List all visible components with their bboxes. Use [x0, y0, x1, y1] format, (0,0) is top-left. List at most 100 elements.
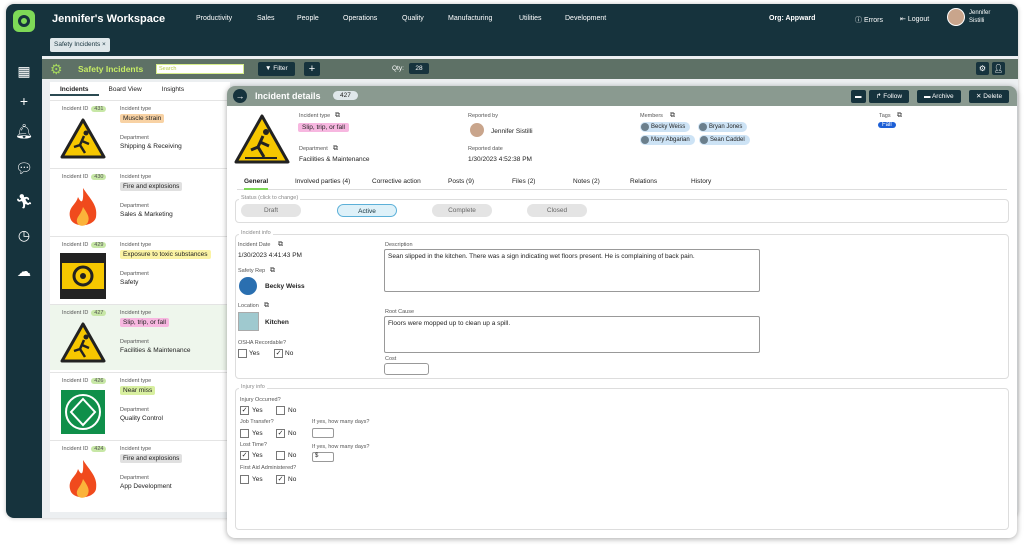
filter-button[interactable]: ▼ Filter: [258, 62, 295, 76]
settings-button[interactable]: ⚙: [976, 62, 989, 75]
incident-id-value: 431: [91, 106, 107, 112]
add-icon[interactable]: +: [15, 92, 33, 110]
edit-members-icon[interactable]: ⧉: [670, 112, 675, 120]
injury-no-checkbox[interactable]: [276, 406, 285, 415]
department-value: Facilities & Maintenance: [120, 347, 191, 354]
add-incident-button[interactable]: +: [304, 62, 320, 76]
follow-button[interactable]: ↱ Follow: [869, 90, 910, 103]
tab-board-view[interactable]: Board View: [99, 82, 152, 96]
cloud-upload-icon[interactable]: ☁: [15, 262, 33, 280]
tab-involved-parties[interactable]: Involved parties (4): [295, 178, 350, 185]
reported-date-value: 1/30/2023 4:52:38 PM: [468, 156, 532, 163]
incident-safety-image: [60, 389, 106, 435]
incident-list-item[interactable]: Incident ID 429 Incident type Exposure to t…: [50, 236, 230, 302]
tab-relations[interactable]: Relations: [630, 178, 657, 185]
menu-utilities[interactable]: Utilities: [519, 15, 542, 22]
user-menu[interactable]: Jennifer Sistilli: [947, 8, 990, 26]
status-closed[interactable]: Closed: [527, 204, 587, 217]
incident-list-item[interactable]: Incident ID 431 Incident type Muscle strain…: [50, 100, 230, 166]
member-chip[interactable]: Bryan Jones: [698, 122, 748, 132]
incident-id-label: Incident ID 424: [62, 446, 107, 452]
edit-rep-icon[interactable]: ⧉: [270, 267, 275, 275]
app-logo[interactable]: [13, 10, 35, 32]
lost-yes-label: Yes: [252, 452, 263, 459]
edit-tags-icon[interactable]: ⧉: [897, 112, 902, 120]
edit-location-icon[interactable]: ⧉: [264, 302, 269, 310]
back-arrow-icon[interactable]: →: [233, 89, 247, 103]
lost-yes-checkbox[interactable]: ✓: [240, 451, 249, 460]
incident-slip-image: [60, 117, 106, 163]
details-title: Incident details: [255, 91, 321, 101]
tab-incidents[interactable]: Incidents: [50, 82, 99, 96]
member-chip[interactable]: Sean Caddel: [699, 135, 750, 145]
root-cause-textarea[interactable]: Floors were mopped up to clean up a spil…: [384, 316, 760, 353]
menu-people[interactable]: People: [297, 15, 319, 22]
firstaid-yes-checkbox[interactable]: [240, 475, 249, 484]
tab-posts[interactable]: Posts (9): [448, 178, 474, 185]
cost-input[interactable]: [384, 363, 429, 375]
archive-icon: ▬: [924, 93, 931, 100]
firstaid-no-checkbox[interactable]: ✓: [276, 475, 285, 484]
delete-button[interactable]: ✕ Delete: [969, 90, 1010, 103]
edit-department-icon[interactable]: ⧉: [333, 145, 338, 153]
search-input[interactable]: Search: [156, 64, 244, 74]
runner-icon[interactable]: 🏃︎: [15, 192, 33, 210]
tab-general[interactable]: General: [244, 178, 269, 190]
edit-date-icon[interactable]: ⧉: [278, 241, 283, 249]
transfer-no-checkbox[interactable]: ✓: [276, 429, 285, 438]
menu-sales[interactable]: Sales: [257, 15, 275, 22]
incident-fire-image: [60, 457, 106, 503]
osha-yes-checkbox[interactable]: [238, 349, 247, 358]
incident-info-label: Incident info: [239, 230, 273, 236]
transfer-days-input[interactable]: [312, 428, 334, 438]
tab-corrective-action[interactable]: Corrective action: [372, 178, 421, 185]
tab-files[interactable]: Files (2): [512, 178, 535, 185]
lost-no-checkbox[interactable]: [276, 451, 285, 460]
menu-operations[interactable]: Operations: [343, 15, 377, 22]
transfer-yes-checkbox[interactable]: [240, 429, 249, 438]
incident-list-item[interactable]: Incident ID 424 Incident type Fire and expl…: [50, 440, 230, 506]
bell-icon[interactable]: 🔔︎: [15, 122, 33, 140]
folder-button[interactable]: ▬: [851, 90, 866, 103]
member-chip[interactable]: Mary Abgarian: [640, 135, 695, 145]
org-selector[interactable]: Org: Appward: [769, 15, 815, 22]
incident-id-label: Incident ID 426: [62, 378, 107, 384]
tab-insights[interactable]: Insights: [152, 82, 194, 96]
incident-list-item[interactable]: Incident ID 426 Incident type Near miss Depa…: [50, 372, 230, 438]
member-chip[interactable]: Becky Weiss: [640, 122, 691, 132]
tab-notes[interactable]: Notes (2): [573, 178, 600, 185]
apps-grid-icon[interactable]: ▦: [15, 62, 33, 80]
org-label: Org:: [769, 15, 784, 22]
injury-yes-checkbox[interactable]: ✓: [240, 406, 249, 415]
incident-list-item[interactable]: Incident ID 427 Incident type Slip, trip, o…: [50, 304, 230, 370]
status-draft[interactable]: Draft: [241, 204, 301, 217]
tag-fall[interactable]: Fall: [878, 122, 896, 128]
incident-type-value[interactable]: Slip, trip, or fall: [298, 123, 349, 132]
errors-link[interactable]: ⓘ Errors: [855, 15, 883, 25]
transfer-no-label: No: [288, 430, 297, 437]
menu-quality[interactable]: Quality: [402, 15, 424, 22]
edit-type-icon[interactable]: ⧉: [335, 112, 340, 120]
menu-productivity[interactable]: Productivity: [196, 15, 232, 22]
menu-manufacturing[interactable]: Manufacturing: [448, 15, 492, 22]
status-active[interactable]: Active: [337, 204, 397, 217]
logout-link[interactable]: ⇤ Logout: [900, 15, 929, 23]
reported-by-value: Jennifer Sistilli: [491, 128, 533, 135]
lost-days-input[interactable]: $: [312, 452, 334, 462]
injury-yes-label: Yes: [252, 407, 263, 414]
osha-no-checkbox[interactable]: ✓: [274, 349, 283, 358]
archive-button[interactable]: ▬ Archive: [917, 90, 961, 103]
tab-history[interactable]: History: [691, 178, 711, 185]
menu-development[interactable]: Development: [565, 15, 606, 22]
clock-icon[interactable]: ◷: [15, 226, 33, 244]
incident-list-item[interactable]: Incident ID 430 Incident type Fire and expl…: [50, 168, 230, 234]
incident-fire-image: [60, 185, 106, 231]
chat-icon[interactable]: 💬︎: [15, 159, 33, 177]
description-textarea[interactable]: Sean slipped in the kitchen. There was a…: [384, 249, 760, 292]
user-settings-button[interactable]: 👤︎: [992, 62, 1005, 75]
status-complete[interactable]: Complete: [432, 204, 492, 217]
tab-safety-incidents[interactable]: Safety Incidents ×: [50, 38, 110, 52]
member-avatar: [700, 136, 708, 144]
member-avatar: [641, 136, 649, 144]
members-label: Members: [640, 113, 663, 119]
